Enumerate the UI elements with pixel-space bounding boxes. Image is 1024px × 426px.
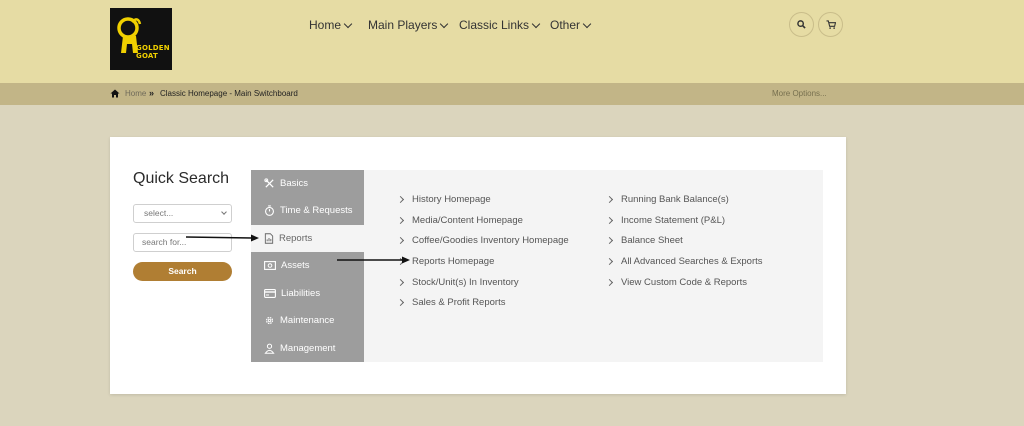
stopwatch-icon [265,205,274,216]
breadcrumb: Home » Classic Homepage - Main Switchboa… [0,83,1024,105]
link-stock-units-inventory[interactable]: Stock/Unit(s) In Inventory [396,277,519,288]
chevron-down-icon [582,19,592,28]
credit-card-icon [264,289,276,298]
chevron-right-icon [396,216,405,225]
search-category-select[interactable]: select... [133,204,232,223]
chevron-right-icon [605,195,614,204]
chevron-right-icon [605,278,614,287]
menu-item-assets[interactable]: Assets [251,252,364,279]
chevron-right-icon [605,257,614,266]
nav-other[interactable]: Other [550,17,592,33]
more-options-link[interactable]: More Options... [772,89,827,98]
chevron-right-icon [605,236,614,245]
search-icon [797,20,806,29]
chevron-right-icon [396,257,405,266]
breadcrumb-separator: » [149,88,155,98]
goat-icon [117,17,142,53]
chevron-right-icon [396,195,405,204]
gear-icon [265,316,274,325]
nav-main-players[interactable]: Main Players [368,17,449,33]
link-media-content-homepage[interactable]: Media/Content Homepage [396,215,523,226]
cart-button[interactable] [818,12,843,37]
menu-item-maintenance[interactable]: Maintenance [251,307,364,334]
chevron-down-icon [531,19,541,28]
chevron-right-icon [396,236,405,245]
search-input[interactable]: search for... [133,233,232,252]
golden-goat-logo[interactable]: GOLDEN GOAT [110,8,172,70]
chevron-right-icon [605,216,614,225]
link-advanced-searches-exports[interactable]: All Advanced Searches & Exports [605,256,763,267]
menu-item-reports[interactable]: Reports [251,225,364,252]
user-icon [264,343,275,354]
menu-item-time-requests[interactable]: Time & Requests [251,197,364,224]
link-sales-profit-reports[interactable]: Sales & Profit Reports [396,297,505,308]
cart-icon [826,20,836,29]
chevron-down-icon [343,19,353,28]
quick-search-title: Quick Search [133,170,230,187]
link-balance-sheet[interactable]: Balance Sheet [605,235,683,246]
link-income-statement[interactable]: Income Statement (P&L) [605,215,725,226]
breadcrumb-home-link[interactable]: Home [125,89,146,98]
logo-text: GOLDEN GOAT [136,44,170,60]
breadcrumb-current: Classic Homepage - Main Switchboard [160,89,298,98]
link-reports-homepage[interactable]: Reports Homepage [396,256,494,267]
search-submit-button[interactable]: Search [133,262,232,281]
link-running-bank-balance[interactable]: Running Bank Balance(s) [605,194,729,205]
nav-home[interactable]: Home [309,17,353,33]
link-view-custom-code-reports[interactable]: View Custom Code & Reports [605,277,747,288]
search-button[interactable] [789,12,814,37]
report-icon [264,233,274,244]
link-coffee-goodies-inventory[interactable]: Coffee/Goodies Inventory Homepage [396,235,569,246]
chevron-right-icon [396,298,405,307]
menu-item-management[interactable]: Management [251,335,364,362]
menu-item-liabilities[interactable]: Liabilities [251,280,364,307]
menu-item-basics[interactable]: Basics [251,170,364,197]
chevron-down-icon [440,19,449,28]
category-menu: Basics Time & Requests Reports Assets Li… [251,170,364,362]
chevron-down-icon [221,209,227,215]
site-header: GOLDEN GOAT Home Main Players Classic Li… [0,0,1024,83]
home-icon[interactable] [110,89,120,98]
link-history-homepage[interactable]: History Homepage [396,194,491,205]
cash-icon [264,261,276,270]
nav-classic-links[interactable]: Classic Links [459,17,541,33]
tools-icon [264,178,274,188]
chevron-right-icon [396,278,405,287]
